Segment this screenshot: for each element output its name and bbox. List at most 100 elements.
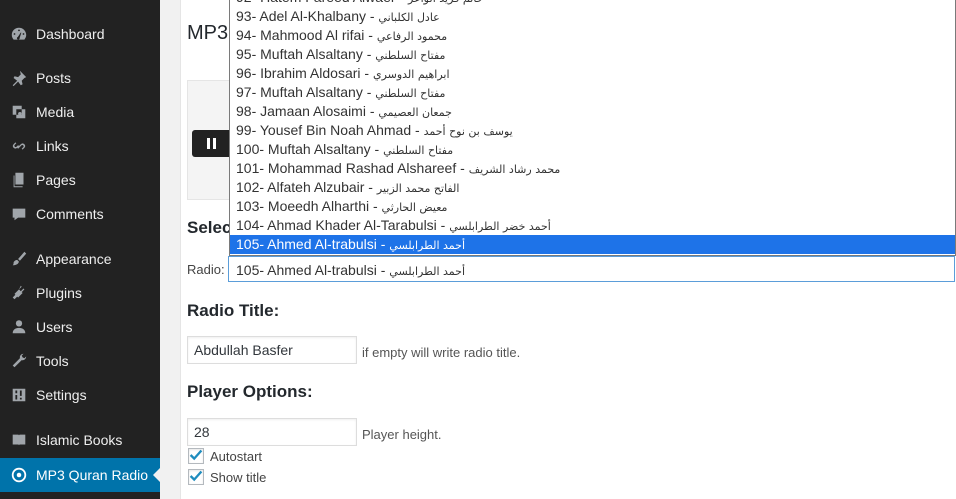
sidebar-item-posts[interactable]: Posts <box>0 61 160 95</box>
dropdown-option[interactable]: 95- Muftah Alsaltany - مفتاح السلطني <box>230 45 955 64</box>
autostart-checkbox[interactable] <box>188 448 204 464</box>
option-arabic-label: يوسف بن نوح أحمد <box>423 125 513 138</box>
sidebar-item-pages[interactable]: Pages <box>0 163 160 197</box>
sidebar-item-tools[interactable]: Tools <box>0 344 160 378</box>
option-label: 98- Jamaan Alosaimi - <box>236 103 379 119</box>
comment-icon <box>9 204 29 224</box>
sidebar-item-label: MP3 Quran Radio <box>36 467 149 483</box>
sidebar-item-settings[interactable]: Settings <box>0 378 160 412</box>
player-options-heading: Player Options: <box>187 382 313 401</box>
radio-label: Radio: <box>187 262 225 277</box>
option-arabic-label: حاتم فريد الواعر <box>408 0 483 5</box>
option-arabic-label: أحمد خضر الطرابلسي <box>449 220 551 233</box>
option-label: 101- Mohammad Rashad Alshareef - <box>236 160 469 176</box>
pause-icon <box>212 138 216 149</box>
widget-title: MP3 <box>187 22 229 44</box>
sidebar-item-dashboard[interactable]: Dashboard <box>0 17 160 51</box>
sidebar-item-label: Dashboard <box>36 26 105 42</box>
show-title-checkbox[interactable] <box>188 469 204 485</box>
option-arabic-label: جمعان العصيمي <box>378 106 452 119</box>
pages-icon <box>9 170 29 190</box>
option-arabic-label: الفاتح محمد الزبير <box>376 182 460 195</box>
dropdown-option[interactable]: 97- Muftah Alsaltany - مفتاح السلطني <box>230 83 955 102</box>
dropdown-option[interactable]: 98- Jamaan Alosaimi - جمعان العصيمي <box>230 102 955 121</box>
wrench-icon <box>9 351 29 371</box>
option-label: 105- Ahmed Al-trabulsi - <box>236 236 390 252</box>
radio-title-heading: Radio Title: <box>187 301 280 320</box>
option-arabic-label: مفتاح السلطني <box>375 49 446 62</box>
player-height-hint: Player height. <box>362 427 442 442</box>
plugin-icon <box>9 283 29 303</box>
sidebar-item-label: Comments <box>36 206 104 222</box>
sidebar-item-appearance[interactable]: Appearance <box>0 242 160 276</box>
option-arabic-label: ابراهيم الدوسري <box>372 68 450 81</box>
option-label: 104- Ahmad Khader Al-Tarabulsi - <box>236 217 450 233</box>
option-label: 94- Mahmood Al rifai - <box>236 27 377 43</box>
option-arabic-label: عادل الكلباني <box>378 11 440 24</box>
player-height-input[interactable] <box>187 418 357 446</box>
selected-value: 105- Ahmed Al-trabulsi - أحمد الطرابلسي <box>236 262 466 278</box>
option-label: 95- Muftah Alsaltany - <box>236 46 376 62</box>
sidebar-item-label: Posts <box>36 70 72 86</box>
option-arabic-label: مفتاح السلطني <box>375 87 446 100</box>
option-label: 97- Muftah Alsaltany - <box>236 84 376 100</box>
sidebar-item-label: Settings <box>36 387 87 403</box>
sidebar-item-plugins[interactable]: Plugins <box>0 276 160 310</box>
sidebar-item-label: Pages <box>36 172 76 188</box>
settings-icon <box>9 385 29 405</box>
sidebar-item-users[interactable]: Users <box>0 310 160 344</box>
sidebar-item-label: Tools <box>36 353 69 369</box>
media-icon <box>9 102 29 122</box>
option-arabic-label: محمود الرفاعي <box>376 30 448 43</box>
option-label: 92- Hatem Fareed Alwaer - <box>236 0 408 5</box>
admin-sidebar: Dashboard Posts Media Links Pages Commen… <box>0 0 161 499</box>
dropdown-option[interactable]: 103- Moeedh Alharthi - معيض الحارثي <box>230 197 955 216</box>
option-arabic-label: محمد رشاد الشريف <box>468 163 561 176</box>
dropdown-option[interactable]: 101- Mohammad Rashad Alshareef - محمد رش… <box>230 159 955 178</box>
pause-icon <box>206 138 210 149</box>
option-arabic-label: مفتاح السلطني <box>383 144 454 157</box>
sidebar-item-links[interactable]: Links <box>0 129 160 163</box>
paintbrush-icon <box>9 249 29 269</box>
sidebar-item-label: Users <box>36 319 73 335</box>
dropdown-option[interactable]: 94- Mahmood Al rifai - محمود الرفاعي <box>230 26 955 45</box>
dropdown-option[interactable]: 92- Hatem Fareed Alwaer - حاتم فريد الوا… <box>230 0 955 7</box>
book-icon <box>9 430 29 450</box>
radio-station-select[interactable]: 105- Ahmed Al-trabulsi - أحمد الطرابلسي <box>228 256 955 282</box>
pushpin-icon <box>9 68 29 88</box>
option-label: 96- Ibrahim Aldosari - <box>236 65 373 81</box>
dropdown-option[interactable]: 93- Adel Al-Khalbany - عادل الكلباني <box>230 7 955 26</box>
dashboard-icon <box>9 24 29 44</box>
dropdown-option[interactable]: 105- Ahmed Al-trabulsi - أحمد الطرابلسي <box>230 235 955 254</box>
sidebar-item-label: Plugins <box>36 285 82 301</box>
autostart-label: Autostart <box>210 449 263 464</box>
sidebar-item-islamic-books[interactable]: Islamic Books <box>0 423 160 457</box>
option-arabic-label: أحمد الطرابلسي <box>389 239 466 252</box>
radio-station-dropdown-list: 92- Hatem Fareed Alwaer - حاتم فريد الوا… <box>229 0 956 256</box>
sidebar-item-media[interactable]: Media <box>0 95 160 129</box>
option-label: 93- Adel Al-Khalbany - <box>236 8 379 24</box>
select-heading: Selec <box>187 218 232 237</box>
sidebar-item-label: Media <box>36 104 75 120</box>
link-icon <box>9 136 29 156</box>
option-arabic-label: معيض الحارثي <box>381 201 448 214</box>
option-label: 99- Yousef Bin Noah Ahmad - <box>236 122 424 138</box>
dropdown-option[interactable]: 102- Alfateh Alzubair - الفاتح محمد الزب… <box>230 178 955 197</box>
dropdown-option[interactable]: 99- Yousef Bin Noah Ahmad - يوسف بن نوح … <box>230 121 955 140</box>
pause-button[interactable] <box>192 130 230 157</box>
radio-icon <box>9 465 29 485</box>
sidebar-item-mp3-quran-radio[interactable]: MP3 Quran Radio <box>0 458 161 492</box>
option-label: 100- Muftah Alsaltany - <box>236 141 384 157</box>
radio-title-input[interactable] <box>187 336 357 364</box>
checkmark-icon <box>189 470 203 482</box>
checkmark-icon <box>189 449 203 461</box>
user-icon <box>9 317 29 337</box>
sidebar-item-label: Appearance <box>36 251 112 267</box>
dropdown-option[interactable]: 100- Muftah Alsaltany - مفتاح السلطني <box>230 140 955 159</box>
dropdown-option[interactable]: 104- Ahmad Khader Al-Tarabulsi - أحمد خض… <box>230 216 955 235</box>
dropdown-option[interactable]: 96- Ibrahim Aldosari - ابراهيم الدوسري <box>230 64 955 83</box>
option-label: 103- Moeedh Alharthi - <box>236 198 382 214</box>
sidebar-item-label: Islamic Books <box>36 432 123 448</box>
sidebar-item-comments[interactable]: Comments <box>0 197 160 231</box>
option-label: 102- Alfateh Alzubair - <box>236 179 377 195</box>
